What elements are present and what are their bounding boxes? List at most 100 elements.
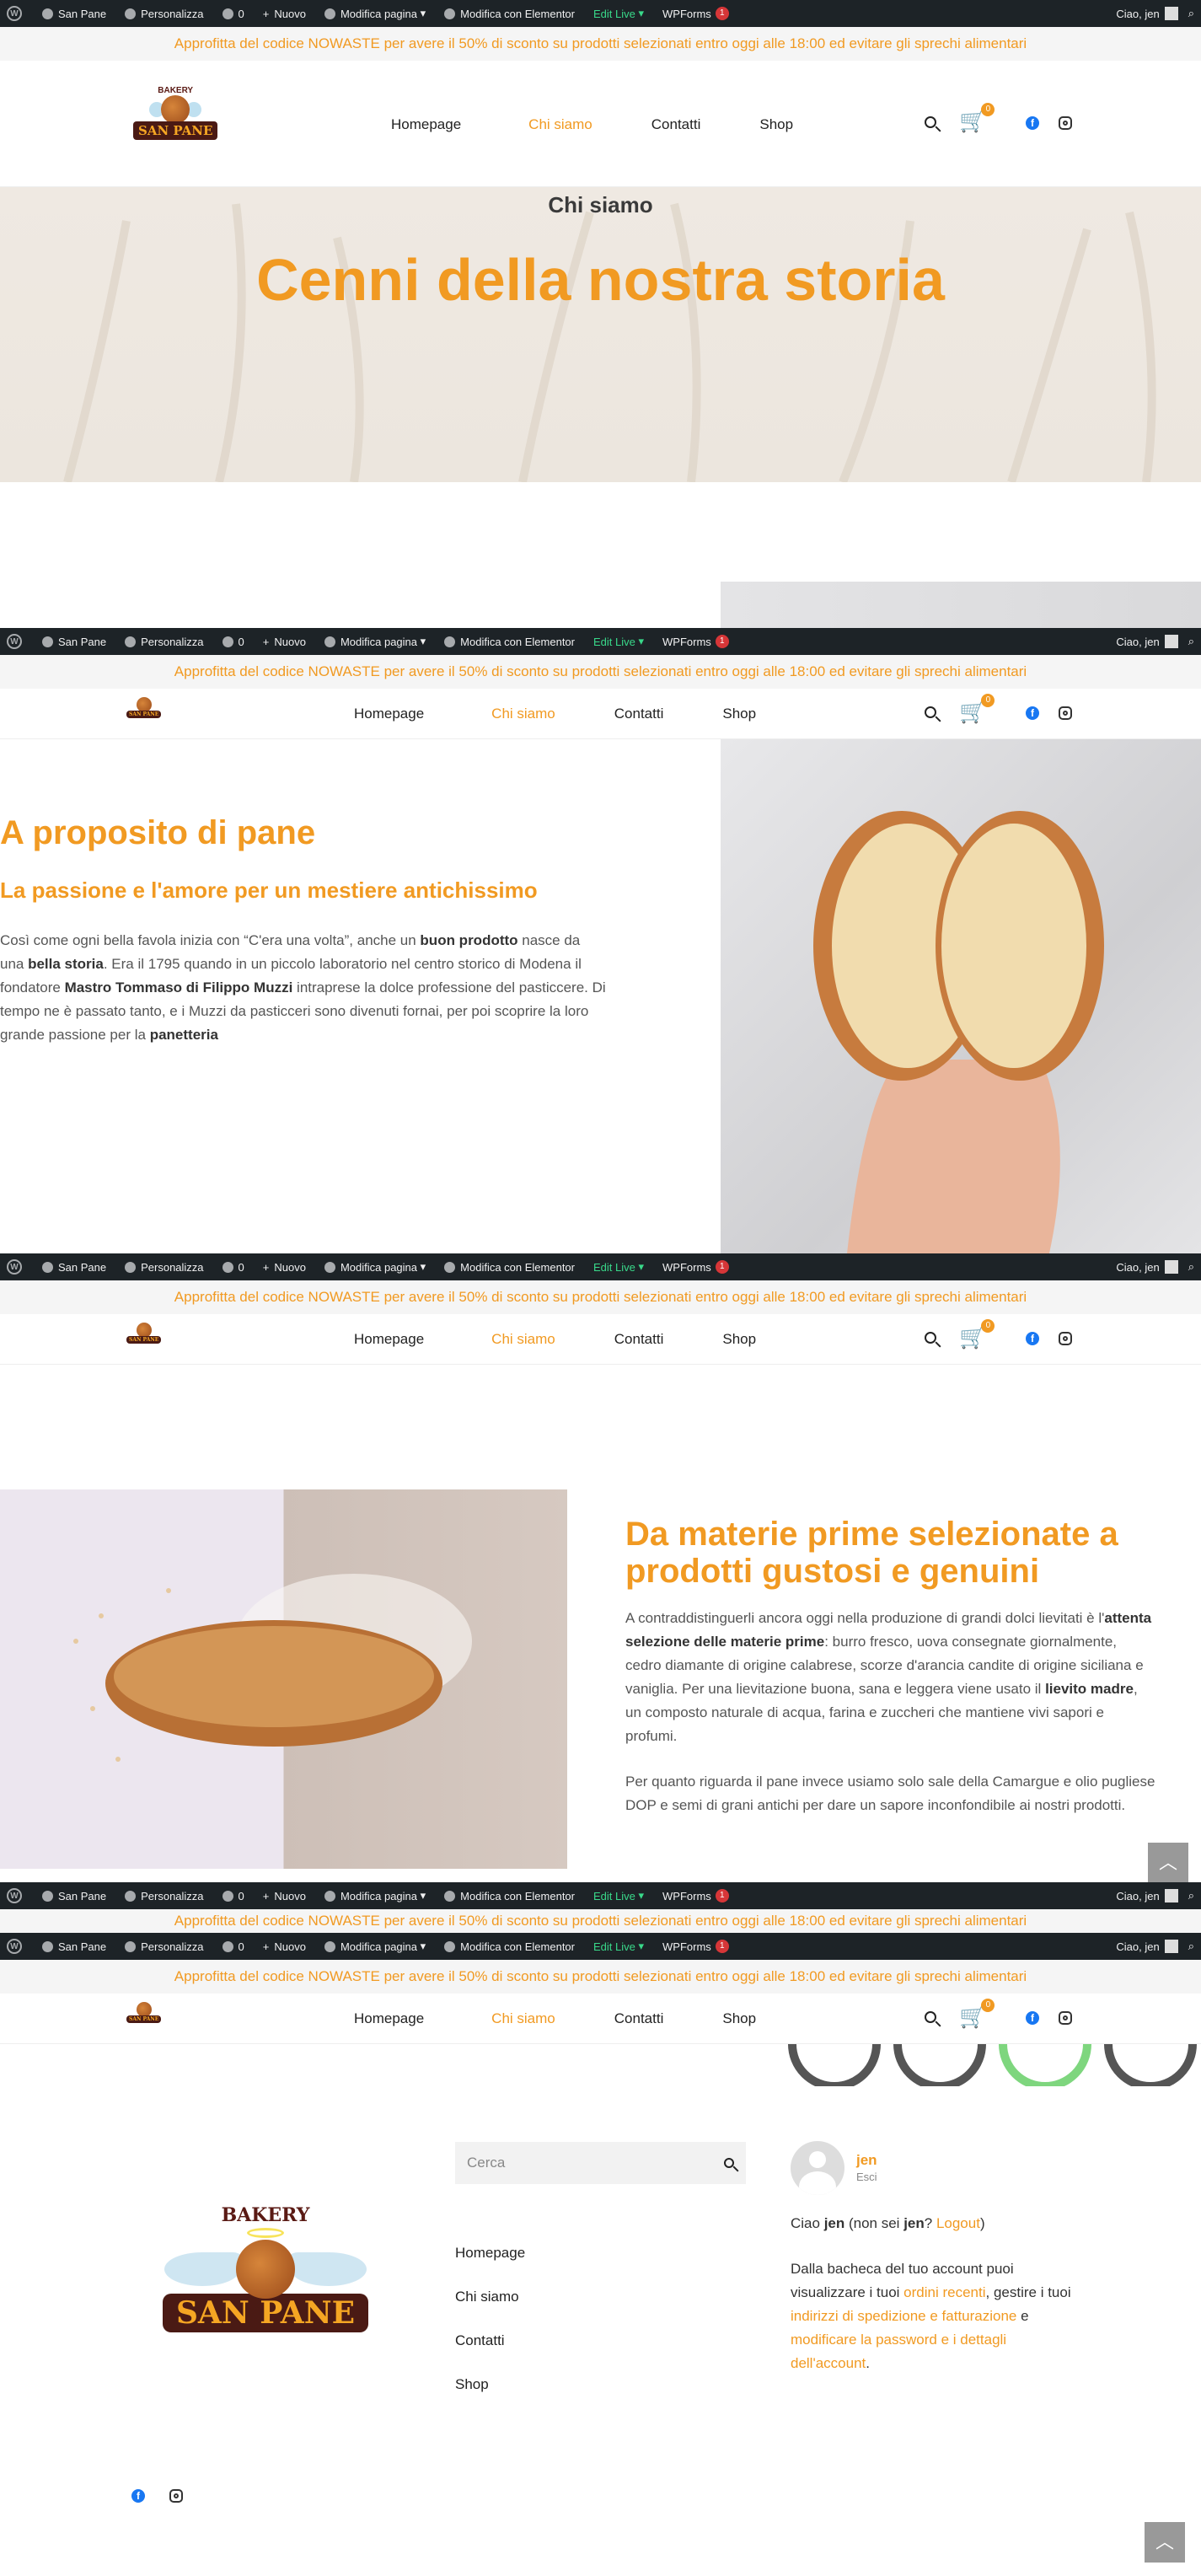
nav-item-shop[interactable]: Shop [722, 706, 756, 722]
facebook-icon[interactable]: f [1026, 706, 1039, 720]
admin-wpforms[interactable]: WPForms 1 [662, 1889, 729, 1902]
admin-site[interactable]: San Pane [42, 1940, 106, 1953]
admin-elementor[interactable]: Modifica con Elementor [444, 1890, 575, 1902]
search-icon[interactable]: ⌕ [1188, 1940, 1194, 1953]
wordpress-icon[interactable]: W [7, 1939, 22, 1954]
cart-icon[interactable]: 🛒 0 [959, 694, 995, 725]
admin-greeting[interactable]: Ciao, jen [1116, 1940, 1159, 1953]
nav-item-chi-siamo[interactable]: Chi siamo [491, 706, 555, 722]
admin-customize[interactable]: Personalizza [125, 636, 204, 648]
back-to-top-button[interactable]: ︿ [1148, 1843, 1188, 1883]
instagram-icon[interactable] [1059, 706, 1072, 720]
admin-edit-page[interactable]: Modifica pagina ▾ [324, 1260, 426, 1274]
search-icon[interactable]: ⌕ [1188, 1889, 1194, 1902]
admin-elementor[interactable]: Modifica con Elementor [444, 1261, 575, 1274]
admin-edit-live[interactable]: Edit Live ▾ [593, 7, 644, 20]
admin-customize[interactable]: Personalizza [125, 8, 204, 20]
facebook-icon[interactable]: f [1026, 116, 1039, 130]
nav-item-contatti[interactable]: Contatti [614, 2010, 664, 2027]
admin-edit-live[interactable]: Edit Live ▾ [593, 1889, 644, 1902]
search-icon[interactable] [925, 2011, 936, 2023]
admin-site[interactable]: San Pane [42, 1261, 106, 1274]
instagram-icon[interactable] [1059, 2011, 1072, 2025]
admin-customize[interactable]: Personalizza [125, 1890, 204, 1902]
admin-elementor[interactable]: Modifica con Elementor [444, 636, 575, 648]
logout-link-small[interactable]: Esci [856, 2170, 877, 2185]
footer-link-contatti[interactable]: Contatti [455, 2319, 525, 2363]
account-username[interactable]: jen [856, 2151, 877, 2170]
footer-link-chi-siamo[interactable]: Chi siamo [455, 2275, 525, 2319]
footer-link-shop[interactable]: Shop [455, 2363, 525, 2407]
nav-item-contatti[interactable]: Contatti [614, 1331, 664, 1348]
nav-item-contatti[interactable]: Contatti [651, 116, 701, 133]
admin-customize[interactable]: Personalizza [125, 1940, 204, 1953]
admin-greeting[interactable]: Ciao, jen [1116, 1261, 1159, 1274]
admin-edit-live[interactable]: Edit Live ▾ [593, 635, 644, 648]
logout-link[interactable]: Logout [936, 2215, 980, 2231]
wordpress-icon[interactable]: W [7, 1888, 22, 1903]
admin-comments[interactable]: 0 [222, 636, 244, 648]
admin-new[interactable]: + Nuovo [263, 1890, 306, 1902]
nav-item-homepage[interactable]: Homepage [391, 116, 461, 133]
admin-greeting[interactable]: Ciao, jen [1116, 8, 1159, 20]
admin-site[interactable]: San Pane [42, 8, 106, 20]
instagram-icon[interactable] [1059, 116, 1072, 130]
addresses-link[interactable]: indirizzi di spedizione e fatturazione [791, 2308, 1016, 2324]
back-to-top-button[interactable]: ︿ [1145, 2522, 1185, 2563]
footer-link-homepage[interactable]: Homepage [455, 2231, 525, 2275]
facebook-icon[interactable]: f [1026, 2011, 1039, 2025]
search-icon[interactable] [925, 1332, 936, 1344]
search-icon[interactable]: ⌕ [1188, 635, 1194, 648]
admin-edit-page[interactable]: Modifica pagina ▾ [324, 1940, 426, 1953]
wordpress-icon[interactable]: W [7, 6, 22, 21]
wordpress-icon[interactable]: W [7, 634, 22, 649]
admin-new[interactable]: + Nuovo [263, 636, 306, 648]
search-icon[interactable]: ⌕ [1188, 1260, 1194, 1274]
admin-edit-live[interactable]: Edit Live ▾ [593, 1260, 644, 1274]
admin-edit-live[interactable]: Edit Live ▾ [593, 1940, 644, 1953]
site-logo[interactable]: SAN PANE [126, 2002, 162, 2023]
orders-link[interactable]: ordini recenti [903, 2284, 985, 2300]
admin-new[interactable]: + Nuovo [263, 8, 306, 20]
admin-greeting[interactable]: Ciao, jen [1116, 636, 1159, 648]
account-details-link[interactable]: modificare la password e i dettagli dell… [791, 2332, 1006, 2371]
nav-item-shop[interactable]: Shop [759, 116, 793, 133]
search-icon[interactable]: ⌕ [1188, 7, 1194, 20]
nav-item-contatti[interactable]: Contatti [614, 706, 664, 722]
admin-site[interactable]: San Pane [42, 636, 106, 648]
search-icon[interactable] [724, 2158, 734, 2168]
site-logo[interactable]: SAN PANE [126, 697, 162, 718]
admin-elementor[interactable]: Modifica con Elementor [444, 8, 575, 20]
admin-edit-page[interactable]: Modifica pagina ▾ [324, 7, 426, 20]
admin-edit-page[interactable]: Modifica pagina ▾ [324, 1889, 426, 1902]
nav-item-chi-siamo[interactable]: Chi siamo [491, 1331, 555, 1348]
nav-item-chi-siamo[interactable]: Chi siamo [491, 2010, 555, 2027]
admin-comments[interactable]: 0 [222, 8, 244, 20]
admin-wpforms[interactable]: WPForms 1 [662, 1940, 729, 1953]
admin-wpforms[interactable]: WPForms 1 [662, 7, 729, 20]
cart-icon[interactable]: 🛒 0 [959, 103, 995, 134]
nav-item-homepage[interactable]: Homepage [354, 706, 424, 722]
admin-new[interactable]: + Nuovo [263, 1940, 306, 1953]
nav-item-homepage[interactable]: Homepage [354, 1331, 424, 1348]
admin-comments[interactable]: 0 [222, 1890, 244, 1902]
cart-icon[interactable]: 🛒 0 [959, 1319, 995, 1350]
admin-wpforms[interactable]: WPForms 1 [662, 1260, 729, 1274]
facebook-icon[interactable]: f [1026, 1332, 1039, 1345]
search-icon[interactable] [925, 116, 936, 128]
admin-wpforms[interactable]: WPForms 1 [662, 635, 729, 648]
wordpress-icon[interactable]: W [7, 1259, 22, 1275]
facebook-icon[interactable]: f [131, 2489, 145, 2503]
search-icon[interactable] [925, 706, 936, 718]
instagram-icon[interactable] [169, 2489, 183, 2503]
cart-icon[interactable]: 🛒 0 [959, 1999, 995, 2030]
admin-comments[interactable]: 0 [222, 1940, 244, 1953]
admin-customize[interactable]: Personalizza [125, 1261, 204, 1274]
instagram-icon[interactable] [1059, 1332, 1072, 1345]
nav-item-homepage[interactable]: Homepage [354, 2010, 424, 2027]
admin-new[interactable]: + Nuovo [263, 1261, 306, 1274]
admin-elementor[interactable]: Modifica con Elementor [444, 1940, 575, 1953]
site-logo[interactable]: BAKERY SAN PANE [133, 86, 218, 140]
admin-edit-page[interactable]: Modifica pagina ▾ [324, 635, 426, 648]
footer-search-input[interactable]: Cerca [455, 2142, 746, 2184]
